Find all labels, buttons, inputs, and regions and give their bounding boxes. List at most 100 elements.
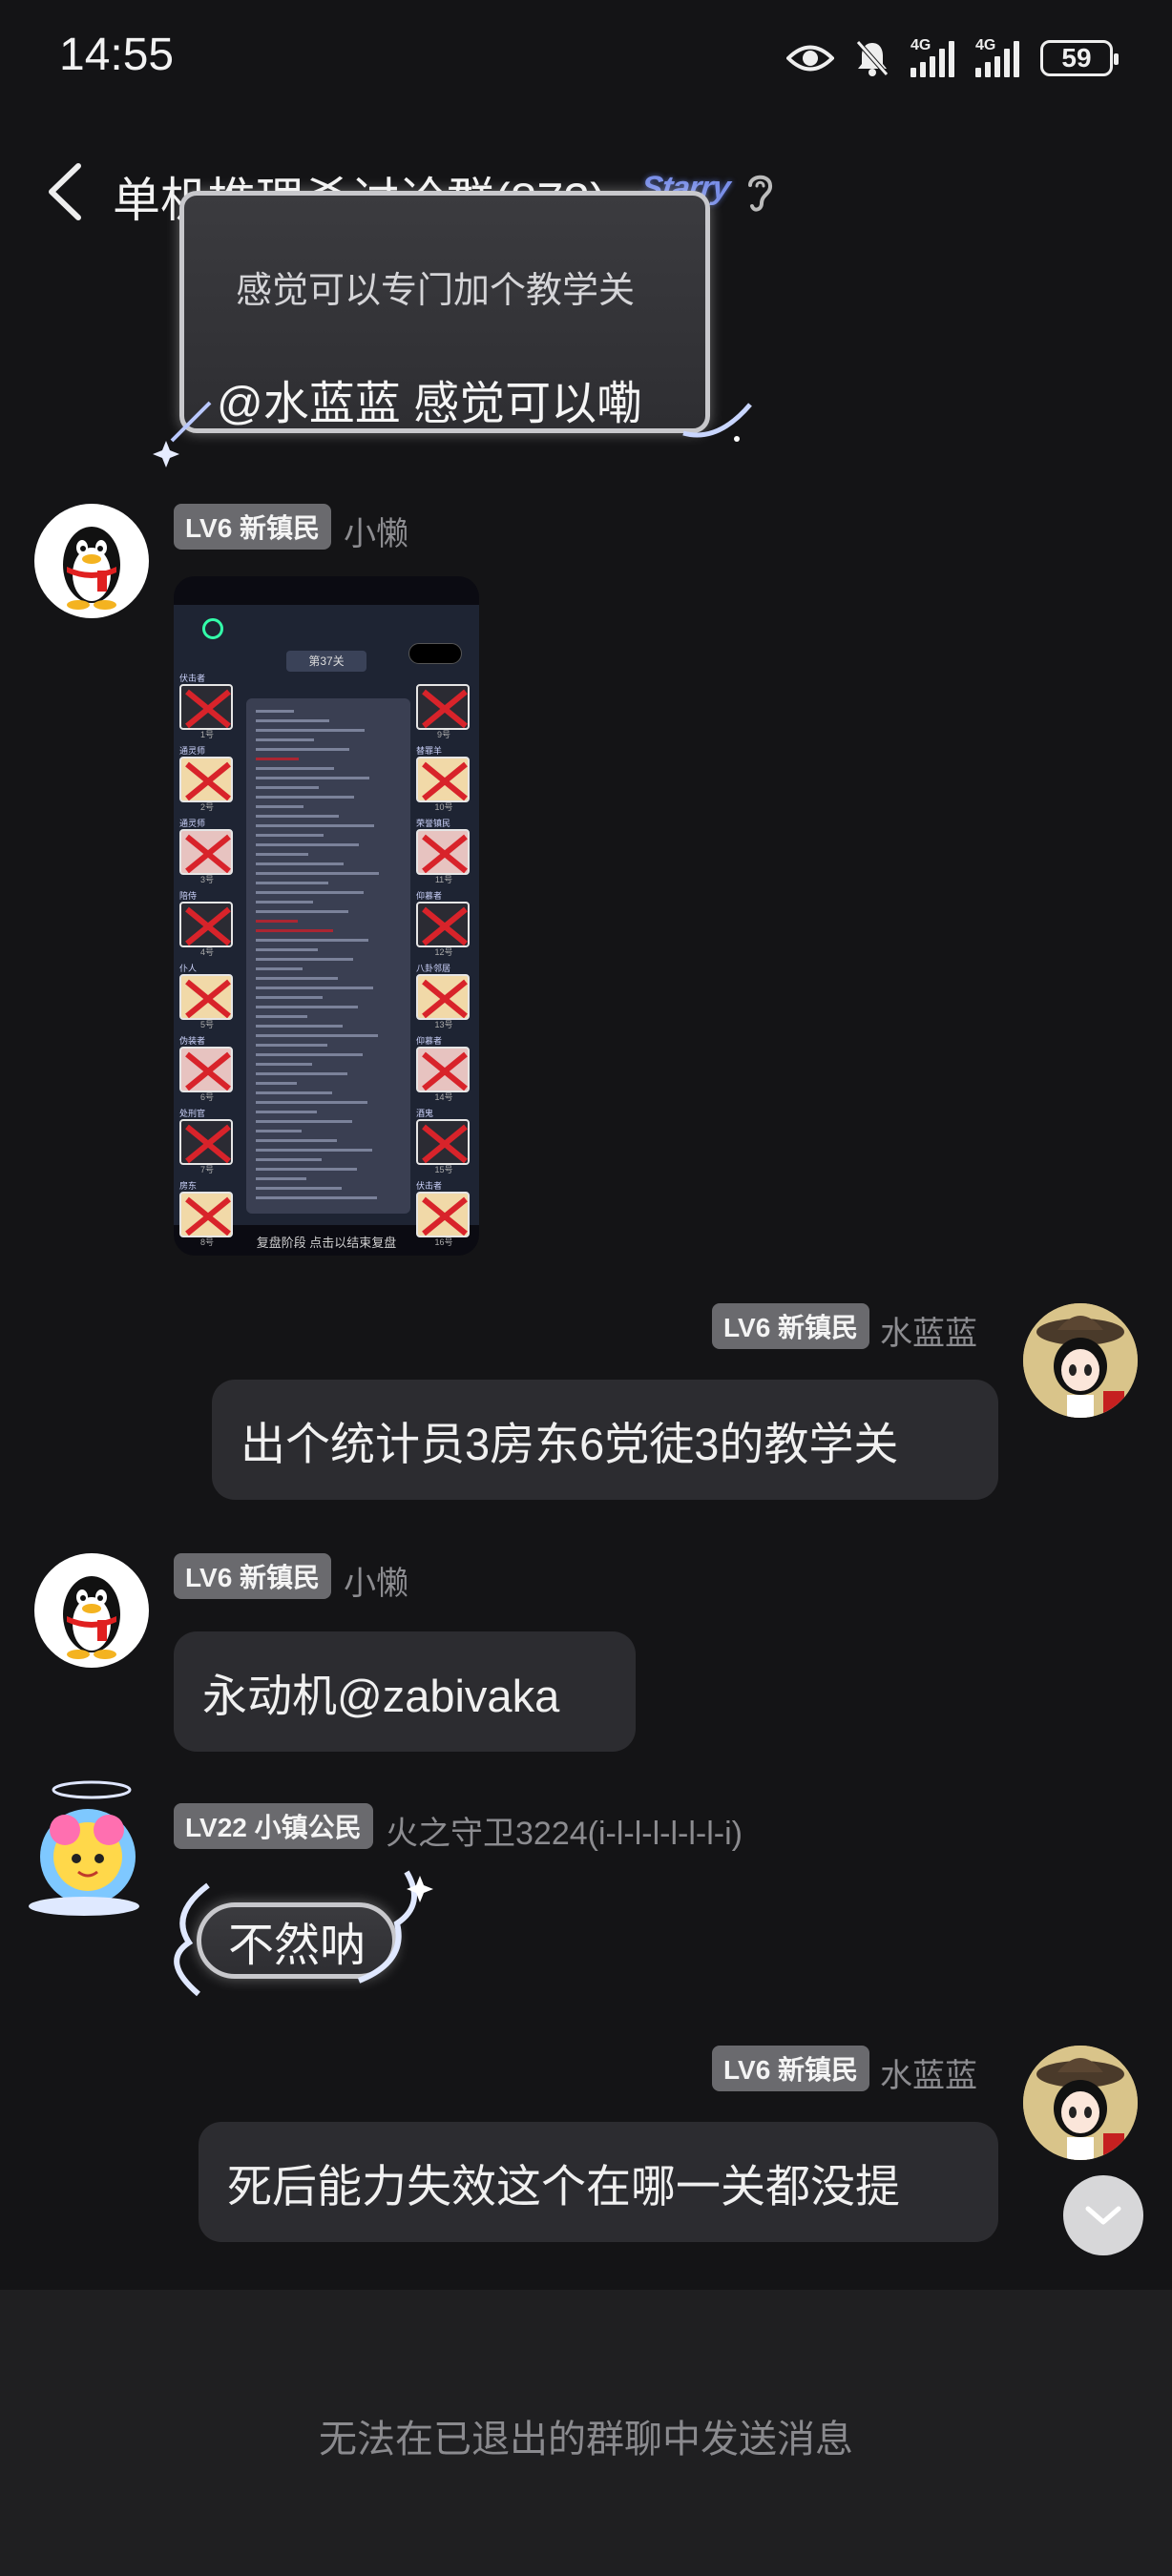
status-icons: 4G 4G 59	[786, 36, 1119, 80]
role-card: 陪侍 4号	[179, 891, 235, 958]
log-line	[256, 1091, 332, 1094]
seat-number: 1号	[199, 730, 214, 739]
log-line	[256, 1063, 312, 1066]
sparkle-decoration-icon	[682, 403, 752, 442]
role-card: 通灵师 2号	[179, 746, 235, 813]
wing-decoration-icon	[174, 1882, 210, 1997]
message-bubble[interactable]: 永动机@zabivaka	[174, 1631, 636, 1752]
role-card: 八卦邻居 13号	[416, 964, 471, 1030]
nickname[interactable]: 火之守卫3224(i-l-l-l-l-l-l-i)	[386, 1807, 743, 1854]
log-line	[256, 1053, 363, 1056]
log-line	[256, 758, 299, 760]
role-name	[416, 674, 471, 684]
log-line	[256, 1149, 372, 1152]
role-name: 仰慕者	[416, 891, 443, 901]
avatar[interactable]	[1023, 1303, 1138, 1418]
role-portrait	[416, 1047, 470, 1092]
log-line	[256, 929, 333, 932]
role-portrait	[179, 1119, 233, 1165]
fancy-bubble[interactable]: 感觉可以专门加个教学关 @水蓝蓝 感觉可以嘞	[179, 191, 710, 433]
role-portrait	[179, 757, 233, 802]
avatar[interactable]	[1023, 2046, 1138, 2160]
log-line	[256, 948, 318, 951]
seat-number: 9号	[436, 730, 450, 739]
reply-text: @水蓝蓝 感觉可以嘞	[217, 379, 643, 429]
image-attachment[interactable]: 第37关 伏击者 1号 通灵师 2号 通灵师 3号 陪侍 4号 仆人 5号 伪装者 6号 处刑官 7号 房东…	[174, 576, 479, 1256]
log-line	[256, 1111, 317, 1113]
avatar[interactable]	[27, 1776, 157, 1918]
role-name: 仆人	[179, 964, 198, 973]
status-time: 14:55	[59, 30, 175, 80]
level-title: 第37关	[286, 651, 366, 672]
role-portrait	[179, 1192, 233, 1237]
role-portrait	[179, 829, 233, 875]
signal-4g-icon: 4G	[975, 37, 1019, 77]
log-line	[256, 1168, 357, 1171]
log-line	[256, 1130, 302, 1132]
role-portrait	[416, 902, 470, 947]
role-name: 伏击者	[179, 674, 206, 683]
message-bubble[interactable]: 出个统计员3房东6党徒3的教学关	[212, 1380, 998, 1500]
role-card: 9号	[416, 674, 471, 740]
cross-mark-icon	[422, 1196, 468, 1236]
message-text: 不然呐	[227, 1921, 366, 1971]
log-line	[256, 996, 323, 999]
log-line	[256, 1082, 297, 1085]
role-name: 通灵师	[179, 819, 206, 828]
seat-number: 11号	[434, 875, 453, 884]
log-line	[256, 920, 298, 923]
log-line	[256, 977, 338, 980]
cross-mark-icon	[185, 1124, 231, 1163]
eye-icon	[786, 45, 834, 72]
cross-mark-icon	[422, 689, 468, 728]
seat-number: 10号	[434, 802, 453, 812]
log-line	[256, 901, 313, 904]
chevron-down-icon	[1085, 2206, 1121, 2225]
cross-mark-icon	[185, 761, 231, 800]
log-line	[256, 834, 324, 837]
back-icon[interactable]	[38, 158, 95, 225]
anime-girl-avatar-icon	[1023, 1303, 1138, 1418]
avatar[interactable]	[34, 504, 149, 618]
role-portrait	[416, 1192, 470, 1237]
role-name: 替罪羊	[416, 746, 443, 756]
nickname[interactable]: 水蓝蓝	[880, 2049, 977, 2096]
input-area-disabled: 无法在已退出的群聊中发送消息	[0, 2290, 1172, 2576]
ear-icon[interactable]	[741, 168, 779, 216]
role-name: 酒鬼	[416, 1109, 434, 1118]
role-name: 通灵师	[179, 746, 206, 756]
nickname[interactable]: 小懒	[344, 1557, 408, 1604]
seat-number: 3号	[199, 875, 214, 884]
decorated-avatar-icon	[29, 1780, 139, 1916]
log-line	[256, 1187, 342, 1190]
log-line	[256, 767, 334, 770]
log-line	[256, 748, 349, 751]
game-screenshot: 第37关 伏击者 1号 通灵师 2号 通灵师 3号 陪侍 4号 仆人 5号 伪装者 6号 处刑官 7号 房东…	[174, 605, 479, 1247]
role-name: 伪装者	[179, 1036, 206, 1046]
log-line	[256, 987, 373, 989]
message-bubble[interactable]: 死后能力失效这个在哪一关都没提	[199, 2122, 998, 2242]
log-line	[256, 1006, 358, 1008]
cross-mark-icon	[185, 1196, 231, 1236]
nickname[interactable]: 小懒	[344, 508, 408, 554]
bell-mute-icon	[856, 40, 889, 76]
cross-mark-icon	[422, 761, 468, 800]
log-line	[256, 910, 348, 913]
scroll-to-bottom-button[interactable]	[1063, 2175, 1143, 2255]
log-line	[256, 796, 354, 799]
log-line	[256, 843, 359, 846]
log-line	[256, 1025, 343, 1028]
cross-mark-icon	[185, 834, 231, 873]
seat-number: 13号	[434, 1020, 453, 1029]
cross-mark-icon	[422, 979, 468, 1018]
log-line	[256, 939, 368, 942]
log-line	[256, 1034, 378, 1037]
role-name: 仰慕者	[416, 1036, 443, 1046]
log-line	[256, 882, 328, 884]
role-portrait	[416, 1119, 470, 1165]
avatar[interactable]	[34, 1553, 149, 1668]
nickname[interactable]: 水蓝蓝	[880, 1307, 977, 1354]
role-portrait	[416, 829, 470, 875]
role-card: 替罪羊 10号	[416, 746, 471, 813]
cross-mark-icon	[185, 979, 231, 1018]
